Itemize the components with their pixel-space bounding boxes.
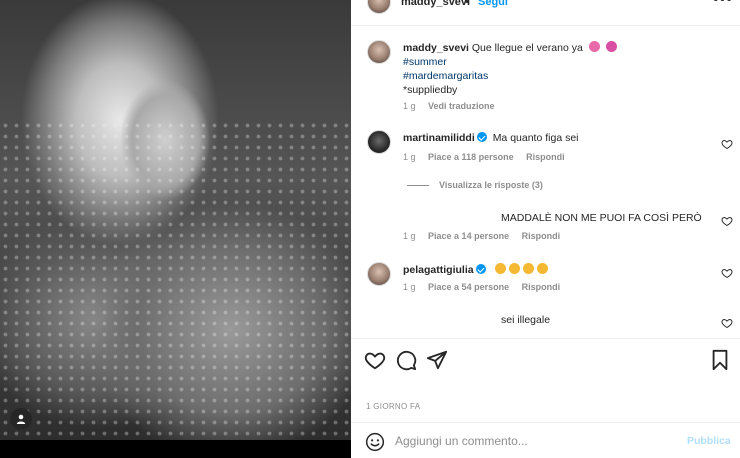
comment-body: martinamiliddi Ma quanto figa sei [403,131,713,145]
comment-likes[interactable]: Piace a 54 persone [428,282,509,292]
comment-likes[interactable]: Piace a 118 persone [428,152,514,162]
comment-meta: 1 g Piace a 14 persone Rispondi [403,231,570,241]
post-date[interactable]: 1 GIORNO FA [366,402,420,411]
flower-emoji-icon [605,41,617,52]
comment-body: pelagattigiulia [403,263,713,277]
follow-button[interactable]: Segui [478,0,508,8]
comment-icon[interactable] [395,349,417,371]
heart-eyes-emoji-icon [508,263,520,274]
reply-button[interactable]: Rispondi [522,282,561,292]
bookmark-icon[interactable] [709,349,731,371]
caption-meta: 1 g Vedi traduzione [403,101,505,111]
see-translation-link[interactable]: Vedi traduzione [428,101,495,111]
heart-icon[interactable] [364,349,386,371]
action-bar [351,338,740,384]
comment-meta: 1 g Piace a 118 persone Rispondi [403,152,575,162]
view-replies-label[interactable]: Visualizza le risposte (3) [439,180,543,190]
heart-icon[interactable] [721,267,733,279]
comment-input[interactable] [395,431,675,451]
caption-text: Que llegue el verano ya [471,42,583,54]
comment-username[interactable]: pelagattigiulia [403,264,474,276]
comment-item: sei illegale [367,312,737,336]
comment-item: martinamiliddi Ma quanto figa sei 1 g Pi… [367,130,737,170]
heart-eyes-emoji-icon [522,263,534,274]
author-avatar[interactable] [367,0,391,14]
heart-icon[interactable] [721,215,733,227]
heart-eyes-emoji-icon [536,263,548,274]
commenter-avatar[interactable] [367,130,391,154]
comment-likes[interactable]: Piace a 14 persone [428,231,509,241]
header-separator: • [465,0,469,8]
replies-divider [407,185,429,187]
hashtag-mardemargaritas[interactable]: #mardemargaritas [403,69,713,83]
comment-text: MADDALÈ NON ME PUOI FA COSÌ PERÒ [501,212,702,224]
caption-credit: *suppliedby [403,84,458,96]
more-icon[interactable]: ••• [713,0,733,9]
comment-body: MADDALÈ NON ME PUOI FA COSÌ PERÒ [501,211,740,225]
caption-time[interactable]: 1 g [403,101,416,111]
smiley-icon[interactable] [365,432,385,452]
comment-text: sei illegale [501,314,551,326]
caption-avatar[interactable] [367,40,391,64]
view-replies-button[interactable]: Visualizza le risposte (3) [407,180,543,190]
comment-text: Ma quanto figa sei [492,132,579,144]
hashtag-summer[interactable]: #summer [403,55,713,69]
comment-item: pelagattigiulia 1 g Piace a 54 persone R… [367,262,737,302]
post-panel: maddy_svevi • Segui ••• maddy_svevi Que … [351,0,740,458]
post-photo[interactable] [0,0,351,458]
caption-username[interactable]: maddy_svevi [403,42,469,54]
comment-username[interactable]: martinamiliddi [403,132,475,144]
publish-button[interactable]: Pubblica [687,435,731,447]
heart-eyes-emoji-icon [494,263,506,274]
verified-icon [476,132,487,142]
comment-meta: 1 g Piace a 54 persone Rispondi [403,282,570,292]
comment-time[interactable]: 1 g [403,152,416,162]
verified-icon [475,264,486,274]
comment-item: MADDALÈ NON ME PUOI FA COSÌ PERÒ 1 g Pia… [367,210,737,250]
comment-composer: Pubblica [351,422,740,458]
commenter-avatar[interactable] [367,262,391,286]
tulip-emoji-icon [588,41,600,52]
share-icon[interactable] [426,349,448,371]
reply-button[interactable]: Rispondi [522,231,561,241]
author-username[interactable]: maddy_svevi [401,0,470,8]
heart-icon[interactable] [721,138,733,150]
post-image-texture [0,120,351,440]
caption: maddy_svevi Que llegue el verano ya #sum… [367,40,737,112]
user-tag-icon[interactable] [10,408,32,430]
comment-body: sei illegale [501,313,740,327]
reply-button[interactable]: Rispondi [526,152,565,162]
post-header: maddy_svevi • Segui ••• [351,0,740,26]
heart-icon[interactable] [721,317,733,329]
caption-body: maddy_svevi Que llegue el verano ya #sum… [403,41,713,97]
comment-time[interactable]: 1 g [403,282,416,292]
comment-time[interactable]: 1 g [403,231,416,241]
